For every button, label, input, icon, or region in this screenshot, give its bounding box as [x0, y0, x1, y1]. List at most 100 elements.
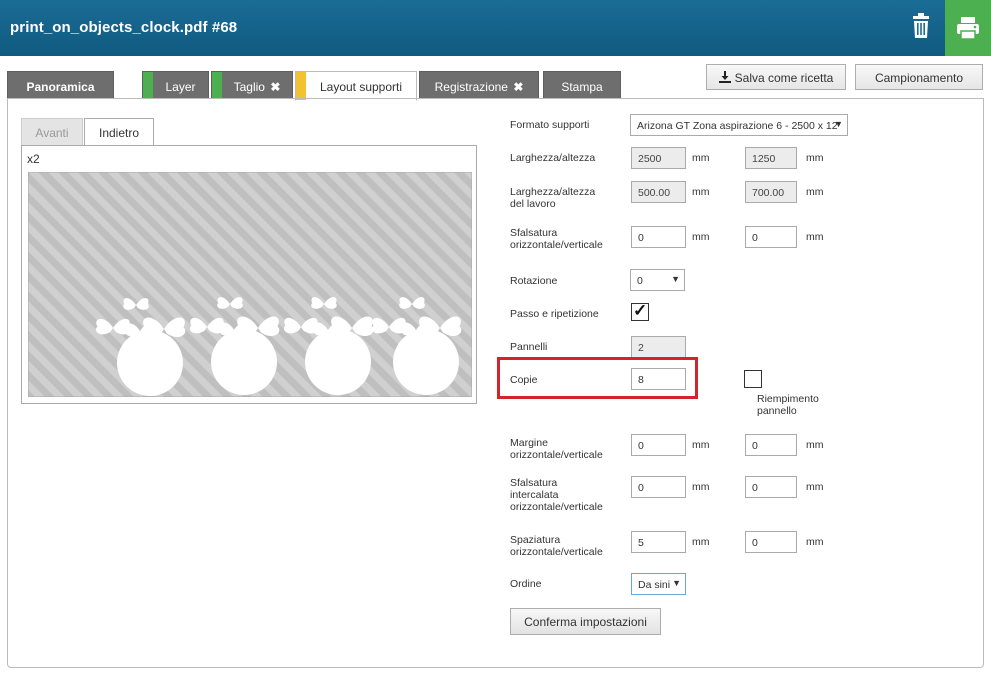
label-line: Sfalsatura — [510, 227, 558, 239]
confirm-settings-label: Conferma impostazioni — [524, 615, 647, 629]
label-line: Spaziatura — [510, 534, 561, 546]
fill-panel-label: Riempimento pannello — [757, 393, 819, 417]
spacing-label: Spaziatura orizzontale/verticale — [510, 534, 603, 558]
tab-layer[interactable]: Layer — [142, 71, 209, 99]
margin-v-input[interactable]: 0 — [745, 434, 797, 456]
margin-h-input[interactable]: 0 — [631, 434, 686, 456]
rotation-value: 0 — [637, 275, 643, 287]
tab-registration[interactable]: Registrazione ✖ — [419, 71, 539, 99]
media-format-select[interactable]: Arizona GT Zona aspirazione 6 - 2500 x 1… — [630, 114, 848, 136]
label-line: del lavoro — [510, 198, 556, 210]
job-height-field: 700.00 — [745, 181, 797, 203]
tab-cut-label: Taglio — [233, 80, 265, 94]
label-line: Sfalsatura — [510, 477, 558, 489]
interleaved-v-input[interactable]: 0 — [745, 476, 797, 498]
order-select[interactable]: Da sini ▼ — [631, 573, 686, 595]
margin-label: Margine orizzontale/verticale — [510, 437, 603, 461]
status-band-green — [212, 72, 222, 99]
download-icon — [718, 71, 731, 83]
tab-overview[interactable]: Panoramica — [7, 71, 114, 99]
document-title: print_on_objects_clock.pdf #68 — [10, 19, 238, 36]
order-value: Da sini — [638, 579, 671, 591]
tab-front[interactable]: Avanti — [21, 118, 83, 146]
media-format-value: Arizona GT Zona aspirazione 6 - 2500 x 1… — [637, 120, 838, 132]
order-label: Ordine — [510, 578, 542, 590]
close-icon[interactable]: ✖ — [513, 80, 523, 94]
tab-media-layout[interactable]: Layout supporti — [295, 71, 417, 101]
tab-layer-label: Layer — [165, 80, 196, 94]
tab-back-label: Indietro — [98, 126, 140, 140]
tab-back[interactable]: Indietro — [84, 118, 154, 146]
offset-h-input[interactable]: 0 — [631, 226, 686, 248]
size-label: Larghezza/altezza — [510, 152, 596, 164]
fill-panel-checkbox[interactable] — [744, 370, 762, 388]
spacing-h-input[interactable]: 5 — [631, 531, 686, 553]
tab-print-label: Stampa — [561, 80, 603, 94]
dropdown-arrow-icon: ▼ — [672, 578, 681, 588]
panels-field: 2 — [631, 336, 686, 358]
save-recipe-button[interactable]: Salva come ricetta — [706, 64, 846, 90]
width-field: 2500 — [631, 147, 686, 169]
interleaved-offset-label: Sfalsatura intercalata orizzontale/verti… — [510, 477, 603, 513]
unit-label: mm — [806, 439, 824, 451]
label-line: Margine — [510, 437, 548, 449]
copies-label: Copie — [510, 374, 538, 386]
label-line: intercalata — [510, 489, 559, 501]
label-line: orizzontale/verticale — [510, 501, 603, 513]
copies-input[interactable]: 8 — [631, 368, 686, 390]
tab-overview-label: Panoramica — [26, 80, 95, 94]
rotation-label: Rotazione — [510, 275, 558, 287]
unit-label: mm — [806, 536, 824, 548]
tab-print[interactable]: Stampa — [543, 71, 621, 99]
label-line: Riempimento — [757, 393, 819, 405]
spacing-v-input[interactable]: 0 — [745, 531, 797, 553]
label-line: Larghezza/altezza — [510, 186, 596, 198]
tab-cut[interactable]: Taglio ✖ — [211, 71, 293, 99]
trash-icon[interactable] — [905, 10, 937, 42]
label-line: orizzontale/verticale — [510, 449, 603, 461]
unit-label: mm — [692, 152, 710, 164]
tab-media-layout-label: Layout supporti — [319, 80, 403, 94]
offset-v-input[interactable]: 0 — [745, 226, 797, 248]
sampling-button[interactable]: Campionamento — [855, 64, 983, 90]
unit-label: mm — [692, 186, 710, 198]
offset-label: Sfalsatura orizzontale/verticale — [510, 227, 603, 251]
status-band-yellow — [296, 72, 306, 100]
media-format-label: Formato supporti — [510, 119, 590, 131]
label-line: orizzontale/verticale — [510, 546, 603, 558]
step-repeat-checkbox[interactable]: ✓ — [631, 301, 649, 321]
interleaved-h-input[interactable]: 0 — [631, 476, 686, 498]
job-width-field: 500.00 — [631, 181, 686, 203]
tab-registration-label: Registrazione — [434, 80, 508, 94]
sampling-label: Campionamento — [874, 71, 964, 85]
label-line: pannello — [757, 405, 797, 417]
unit-label: mm — [806, 481, 824, 493]
confirm-settings-button[interactable]: Conferma impostazioni — [510, 608, 661, 635]
job-size-label: Larghezza/altezza del lavoro — [510, 186, 595, 210]
step-repeat-label: Passo e ripetizione — [510, 308, 599, 320]
tab-front-label: Avanti — [35, 126, 69, 140]
save-recipe-label: Salva come ricetta — [734, 71, 834, 85]
unit-label: mm — [692, 439, 710, 451]
printer-icon — [957, 17, 979, 40]
label-line: orizzontale/verticale — [510, 239, 603, 251]
dropdown-arrow-icon: ▼ — [834, 119, 843, 129]
rotation-select[interactable]: 0 ▼ — [630, 269, 685, 291]
unit-label: mm — [692, 536, 710, 548]
copies-multiplier: x2 — [27, 152, 40, 166]
title-bar: print_on_objects_clock.pdf #68 — [0, 0, 991, 56]
unit-label: mm — [806, 231, 824, 243]
unit-label: mm — [806, 152, 824, 164]
media-preview-canvas — [27, 171, 473, 398]
unit-label: mm — [806, 186, 824, 198]
unit-label: mm — [692, 231, 710, 243]
status-band-green — [143, 72, 153, 99]
unit-label: mm — [692, 481, 710, 493]
check-mark-icon: ✓ — [633, 301, 648, 320]
panels-label: Pannelli — [510, 341, 548, 353]
height-field: 1250 — [745, 147, 797, 169]
close-icon[interactable]: ✖ — [270, 80, 280, 94]
layout-preview: x2 — [21, 145, 477, 404]
dropdown-arrow-icon: ▼ — [671, 274, 680, 284]
print-button[interactable] — [945, 0, 991, 56]
